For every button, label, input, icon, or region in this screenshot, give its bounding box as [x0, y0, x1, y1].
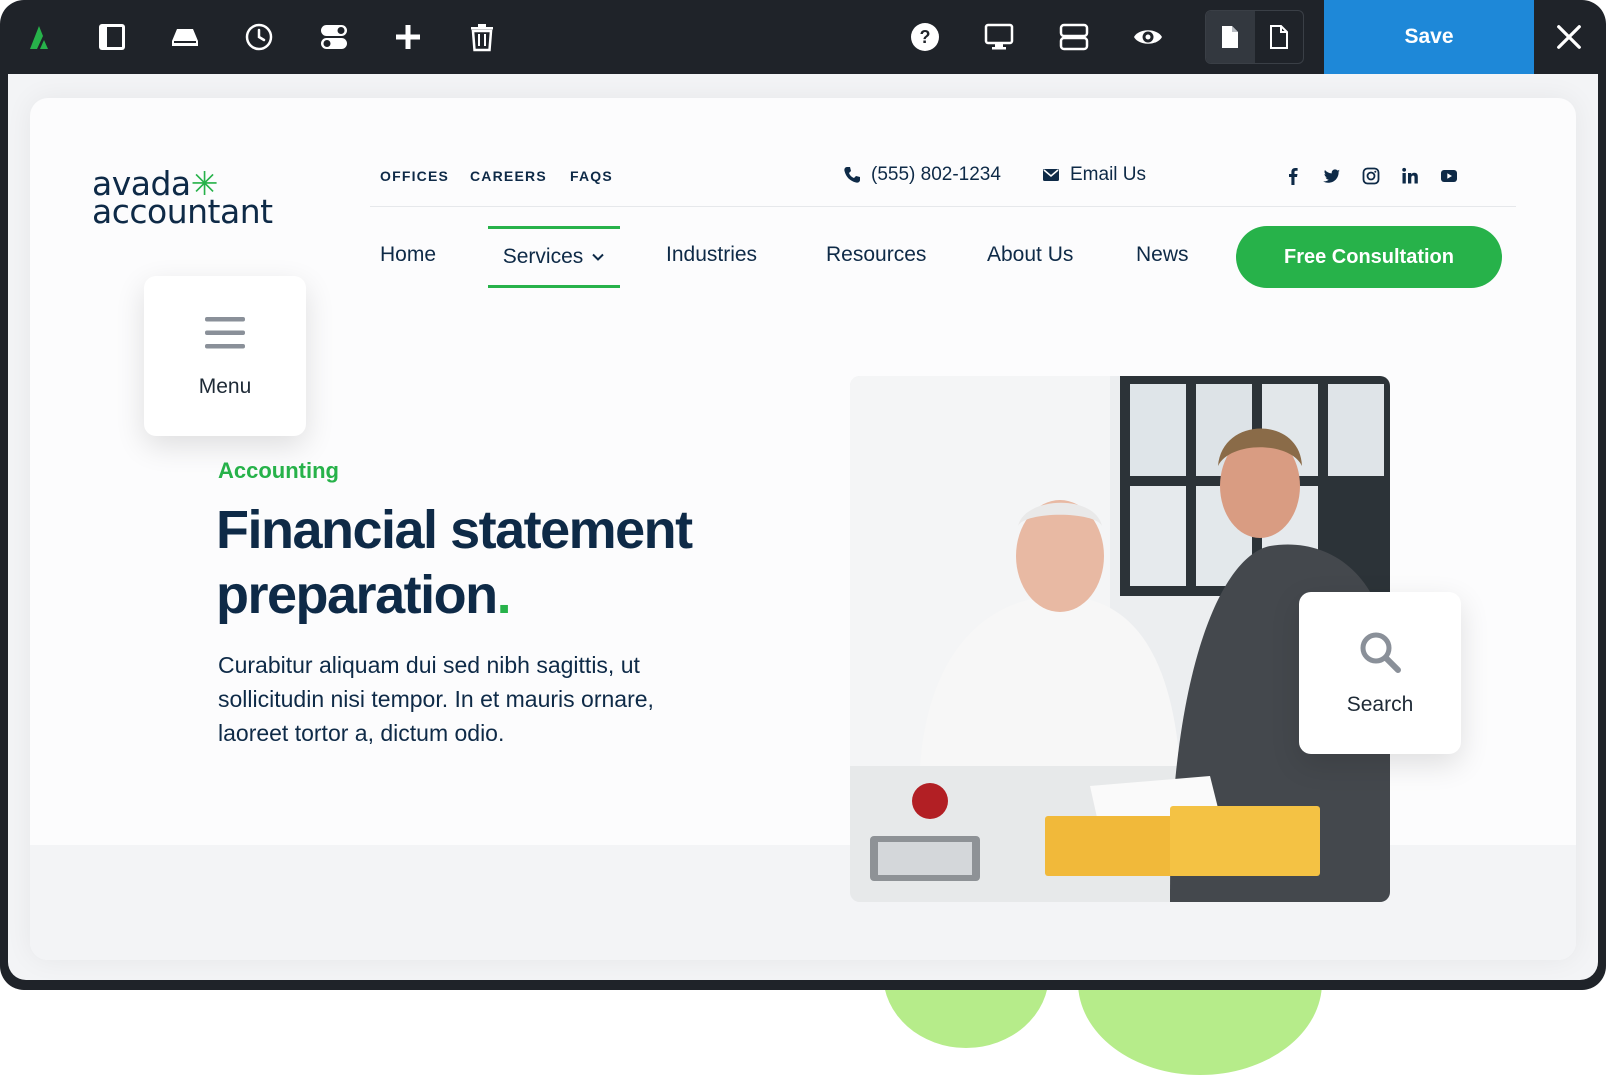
file-filled-icon	[1222, 26, 1239, 48]
phone-number: (555) 802-1234	[871, 164, 1001, 185]
page-view-button[interactable]	[1206, 11, 1255, 63]
help-icon[interactable]: ?	[906, 18, 944, 56]
trash-icon[interactable]	[463, 18, 501, 56]
phone-icon	[844, 167, 860, 183]
twitter-icon[interactable]	[1321, 165, 1343, 187]
nav-industries[interactable]: Industries	[666, 243, 757, 267]
avada-logo-icon[interactable]	[22, 18, 60, 56]
builder-canvas: avada✳ accountant OFFICES CAREERS FAQS (…	[8, 74, 1598, 980]
svg-text:?: ?	[920, 27, 931, 47]
layout-icon[interactable]	[1055, 18, 1093, 56]
builder-toolbar: ? Save	[0, 0, 1606, 74]
phone-link[interactable]: (555) 802-1234	[843, 164, 1001, 186]
builder-window: ? Save avada✳ accountant OFFICES CAREERS…	[0, 0, 1606, 990]
hero-kicker: Accounting	[218, 458, 339, 483]
util-link-faqs[interactable]: FAQS	[570, 168, 613, 184]
hamburger-icon	[205, 317, 245, 349]
util-link-offices[interactable]: OFFICES	[380, 168, 449, 184]
nav-services-label: Services	[502, 245, 584, 268]
sidebar-icon[interactable]	[93, 18, 131, 56]
chevron-down-icon	[592, 253, 604, 261]
search-card-label: Search	[1346, 693, 1414, 716]
util-link-careers[interactable]: CAREERS	[470, 168, 547, 184]
linkedin-icon[interactable]	[1399, 165, 1421, 187]
desktop-icon[interactable]	[980, 18, 1018, 56]
library-icon[interactable]	[166, 18, 204, 56]
blank-view-button[interactable]	[1255, 11, 1304, 63]
hero-title: Financial statement preparation.	[216, 500, 693, 625]
preview-icon[interactable]	[1129, 18, 1167, 56]
site-logo[interactable]: avada✳ accountant	[92, 167, 273, 228]
history-icon[interactable]	[240, 18, 278, 56]
toggle-icon[interactable]	[315, 18, 353, 56]
file-outline-icon	[1269, 25, 1288, 49]
youtube-icon[interactable]	[1438, 165, 1460, 187]
instagram-icon[interactable]	[1360, 165, 1382, 187]
email-link[interactable]: Email Us	[1042, 164, 1146, 186]
menu-card-label: Menu	[198, 375, 252, 398]
free-consultation-button[interactable]: Free Consultation	[1236, 226, 1502, 288]
hero-body: Curabitur aliquam dui sed nibh sagittis,…	[218, 652, 654, 746]
nav-resources[interactable]: Resources	[826, 243, 926, 267]
nav-news[interactable]: News	[1136, 243, 1189, 267]
close-button[interactable]	[1550, 18, 1588, 56]
view-toggle	[1205, 10, 1304, 64]
nav-services[interactable]: Services	[488, 226, 620, 288]
header-divider	[370, 206, 1516, 207]
nav-home[interactable]: Home	[380, 243, 436, 267]
email-label: Email Us	[1070, 164, 1147, 185]
search-icon	[1360, 632, 1401, 673]
save-button[interactable]: Save	[1324, 0, 1534, 74]
facebook-icon[interactable]	[1282, 165, 1304, 187]
envelope-icon	[1043, 169, 1059, 181]
close-icon	[1557, 25, 1581, 49]
nav-about-us[interactable]: About Us	[987, 243, 1073, 267]
menu-card[interactable]: Menu	[144, 276, 306, 436]
website-page: avada✳ accountant OFFICES CAREERS FAQS (…	[30, 98, 1576, 960]
search-card[interactable]: Search	[1299, 592, 1461, 754]
plus-icon[interactable]	[389, 18, 427, 56]
